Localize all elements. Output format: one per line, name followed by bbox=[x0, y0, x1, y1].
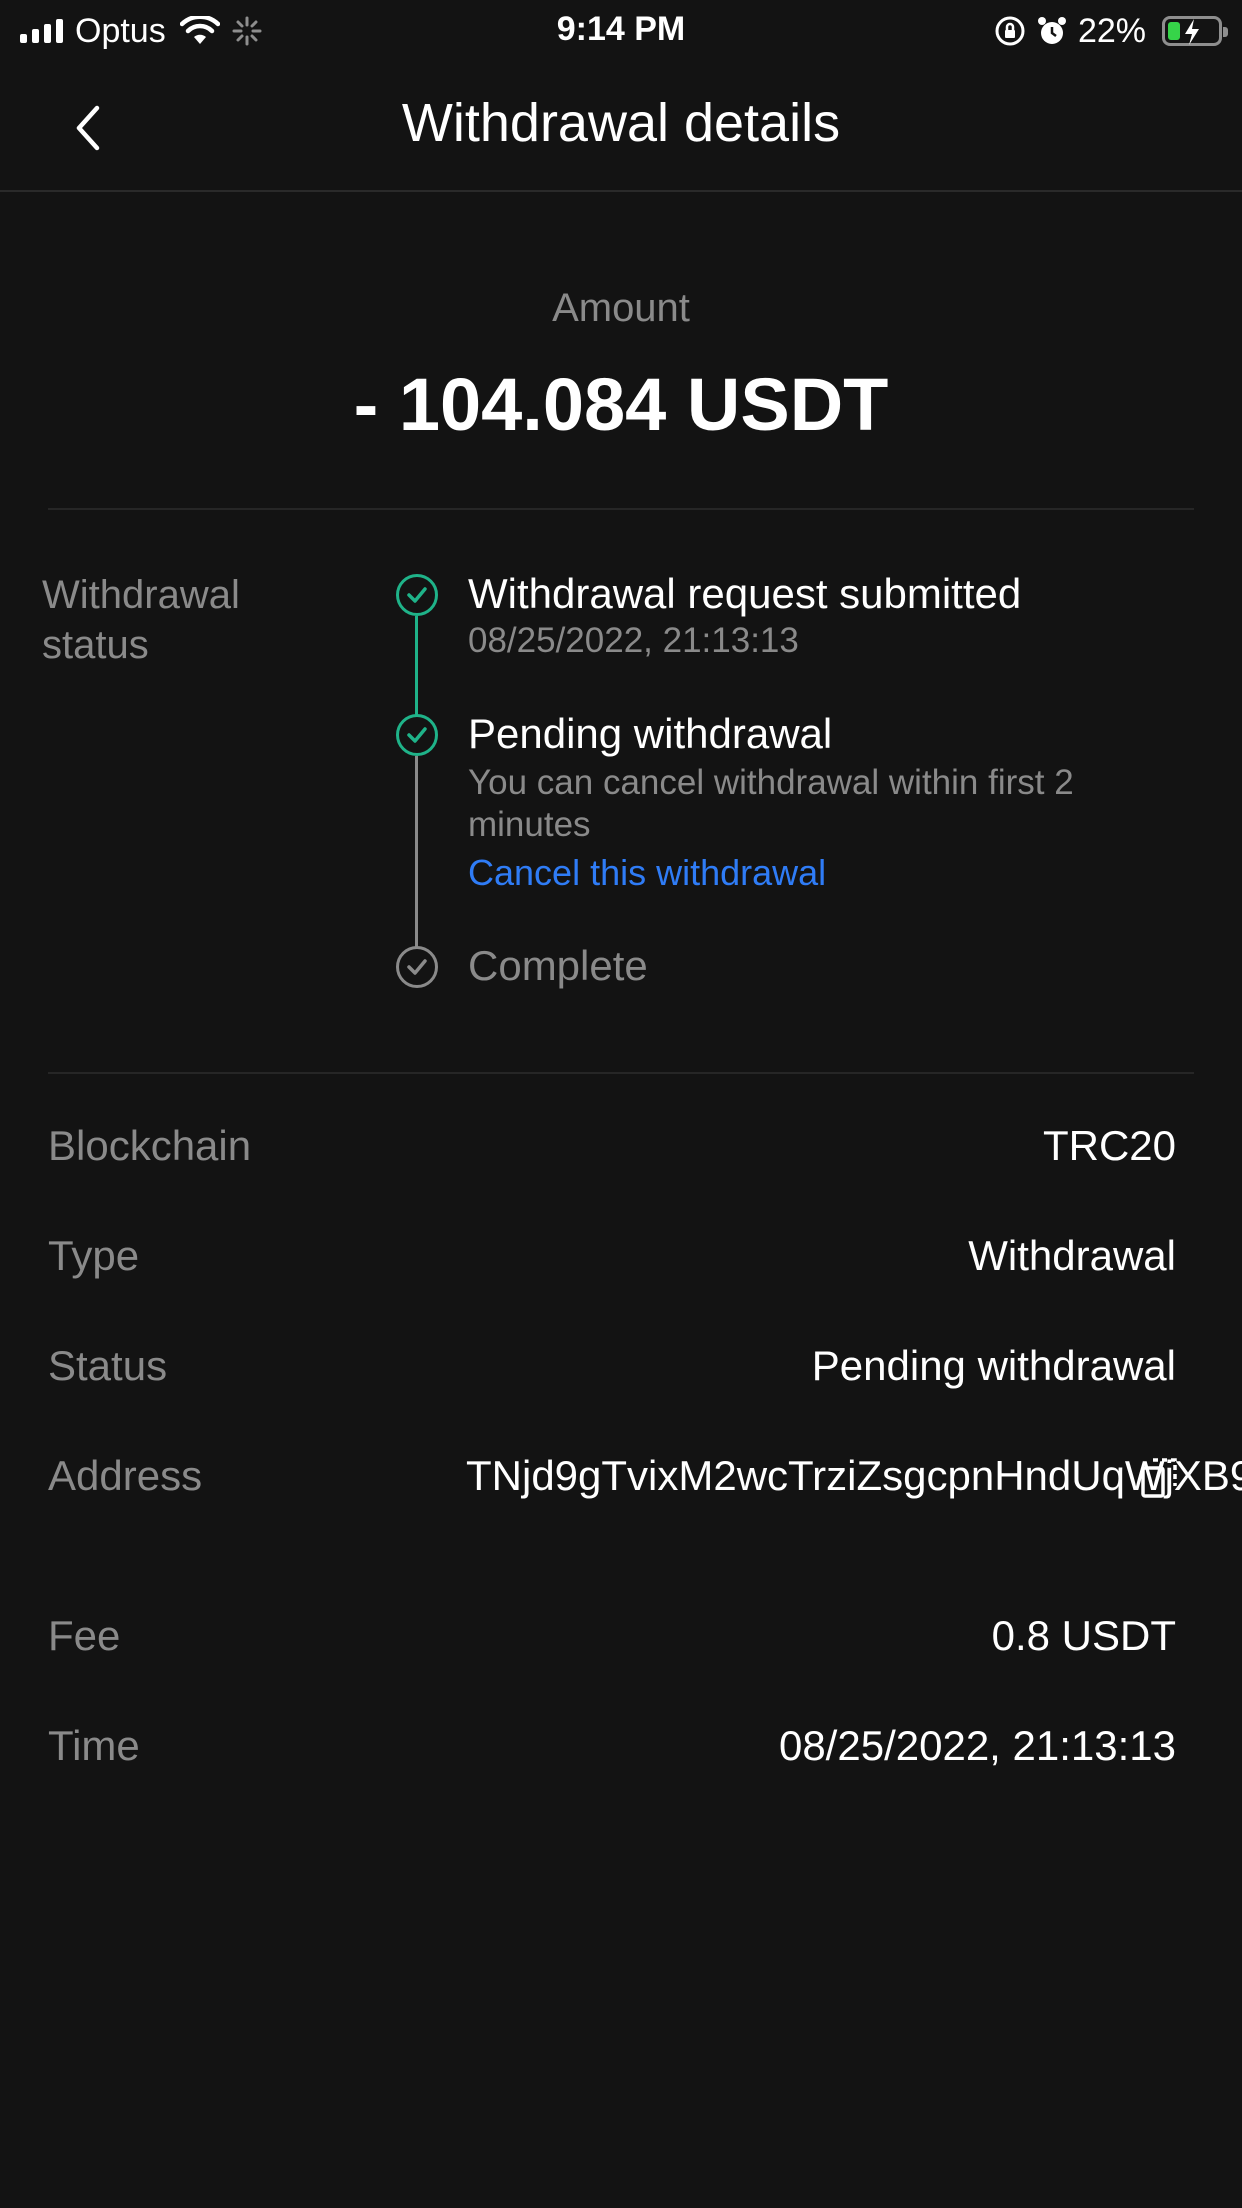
alarm-icon bbox=[1037, 17, 1066, 44]
fee-value: 0.8 USDT bbox=[991, 1612, 1176, 1659]
copy-icon[interactable] bbox=[1140, 1456, 1180, 1500]
type-value: Withdrawal bbox=[968, 1232, 1176, 1279]
fee-label: Fee bbox=[48, 1612, 121, 1659]
time-value: 08/25/2022, 21:13:13 bbox=[778, 1722, 1176, 1769]
step-submitted-time: 08/25/2022, 21:13:13 bbox=[468, 621, 799, 660]
time-label: Time bbox=[48, 1722, 140, 1769]
rotation-lock-icon bbox=[995, 16, 1025, 46]
step-complete-check-icon bbox=[396, 946, 438, 988]
timeline-connector-pending bbox=[415, 756, 418, 948]
status-bar: Optus 9:14 PM 22% bbox=[0, 0, 1242, 62]
address-label: Address bbox=[48, 1452, 203, 1499]
status-bar-right: 22% bbox=[994, 10, 1228, 52]
withdrawal-status-label: Withdrawal status bbox=[42, 573, 240, 667]
page-title: Withdrawal details bbox=[401, 93, 841, 153]
amount-value: - 104.084 USDT bbox=[353, 363, 889, 446]
step-submitted-check-icon bbox=[396, 574, 438, 616]
blockchain-value: TRC20 bbox=[1042, 1122, 1176, 1169]
divider bbox=[48, 1072, 1194, 1074]
status-label: Status bbox=[48, 1342, 168, 1389]
step-pending-check-icon bbox=[396, 714, 438, 756]
cancel-withdrawal-link[interactable]: Cancel this withdrawal bbox=[468, 852, 826, 894]
nav-bar: Withdrawal details bbox=[0, 62, 1242, 192]
step-pending-note: You can cancel withdrawal within first 2… bbox=[468, 763, 1074, 844]
withdrawal-details-screen: Optus 9:14 PM 22% Withdrawal details Amo… bbox=[0, 0, 1242, 2208]
type-label: Type bbox=[48, 1232, 140, 1279]
step-complete-title: Complete bbox=[468, 942, 648, 989]
address-value: TNjd9gTvixM2wcTrziZsgcpnHndUqWjXB9 bbox=[466, 1452, 1242, 1499]
step-pending-title: Pending withdrawal bbox=[468, 710, 833, 757]
step-submitted-title: Withdrawal request submitted bbox=[468, 570, 1022, 617]
amount-label: Amount bbox=[552, 286, 690, 330]
divider bbox=[48, 508, 1194, 510]
blockchain-label: Blockchain bbox=[48, 1122, 252, 1169]
battery-icon bbox=[1162, 16, 1228, 46]
battery-percent: 22% bbox=[1077, 11, 1146, 50]
status-value: Pending withdrawal bbox=[811, 1342, 1176, 1389]
